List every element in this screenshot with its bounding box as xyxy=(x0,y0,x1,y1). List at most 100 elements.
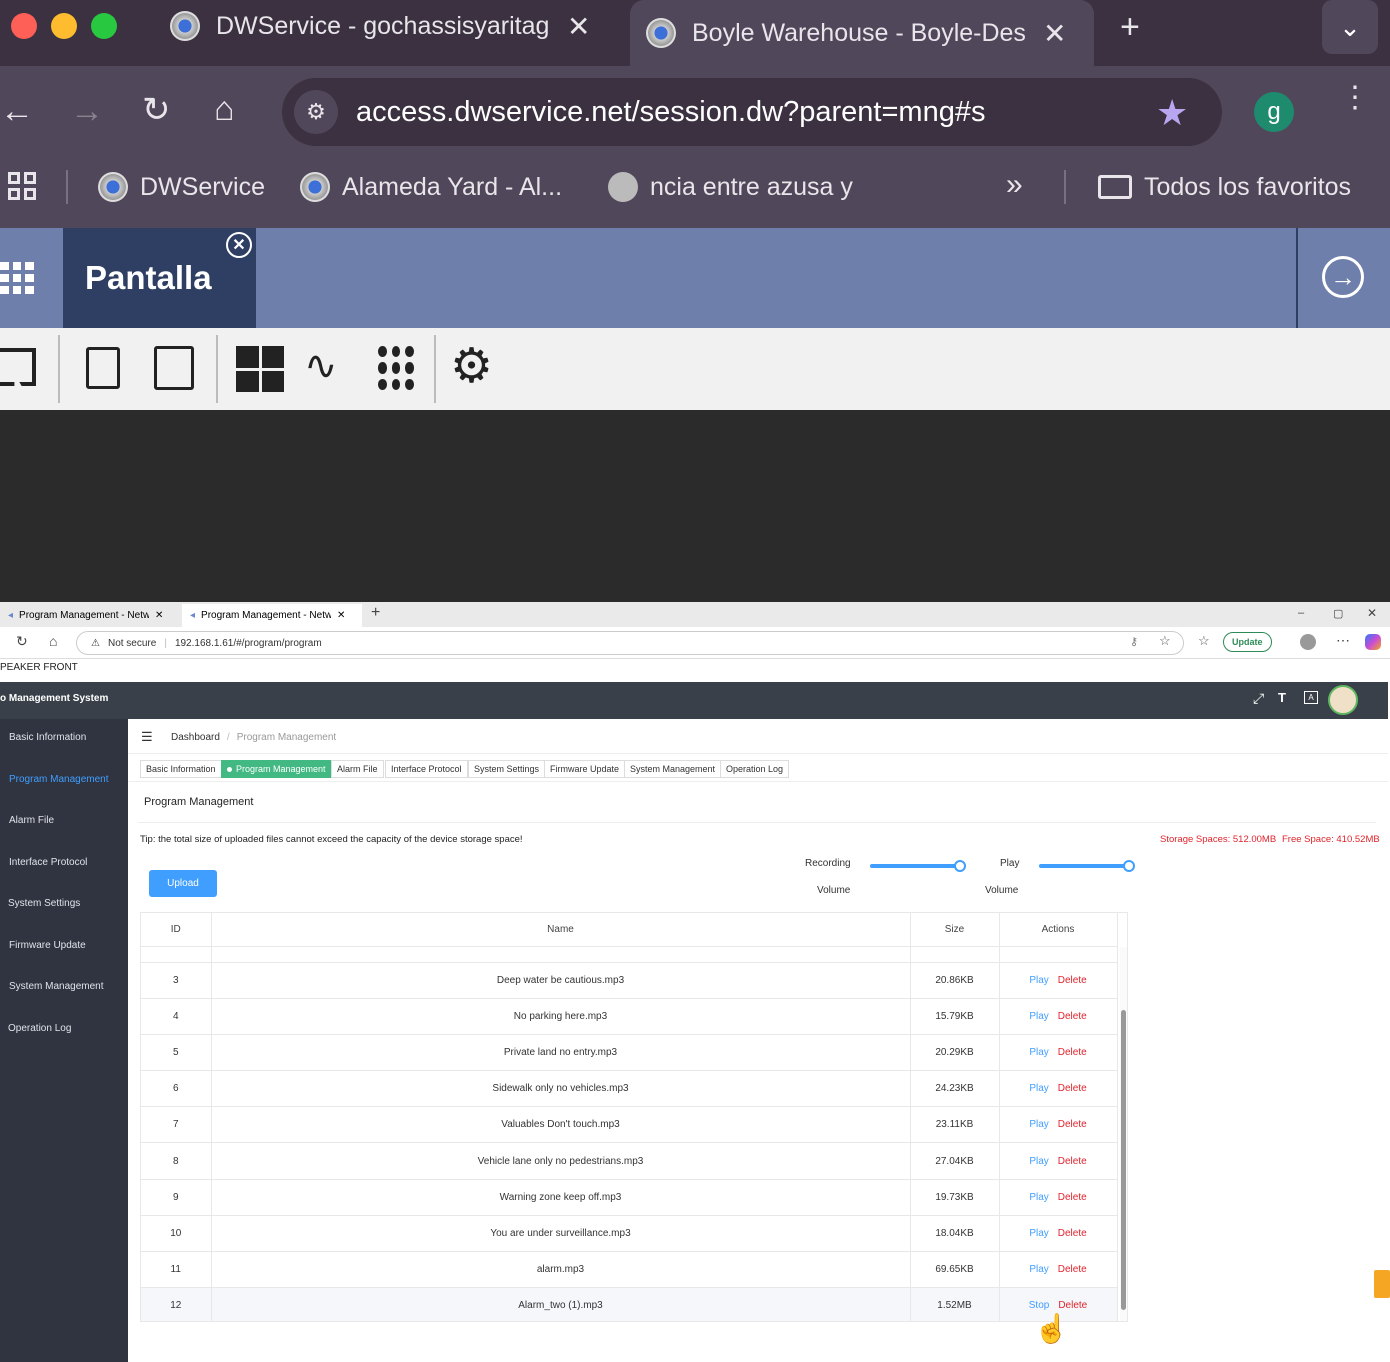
site-settings-icon[interactable]: ⚙ xyxy=(294,90,338,134)
bookmark-alameda[interactable]: Alameda Yard - Al... xyxy=(300,170,562,204)
close-tab-icon[interactable]: ✕ xyxy=(1043,17,1066,50)
apps-grid-icon[interactable] xyxy=(8,172,36,200)
dwservice-agent-icon[interactable] xyxy=(1374,1270,1390,1298)
tab-firmware-update[interactable]: Firmware Update xyxy=(544,760,626,778)
update-button[interactable]: Update xyxy=(1223,632,1272,652)
zoom-window-button[interactable] xyxy=(91,13,117,39)
play-button[interactable]: Play xyxy=(1029,1192,1048,1203)
play-button[interactable]: Play xyxy=(1029,975,1048,986)
sidebar-item-program-management[interactable]: Program Management xyxy=(0,774,128,785)
play-button[interactable]: Play xyxy=(1029,1228,1048,1239)
minimize-window-button[interactable] xyxy=(51,13,77,39)
delete-button[interactable]: Delete xyxy=(1058,1011,1087,1022)
delete-button[interactable]: Delete xyxy=(1058,975,1087,986)
delete-button[interactable]: Delete xyxy=(1058,1156,1087,1167)
bookmark-ncia[interactable]: ncia entre azusa y xyxy=(608,170,853,204)
play-button[interactable]: Play xyxy=(1029,1156,1048,1167)
scrollbar-thumb[interactable] xyxy=(1121,1010,1126,1310)
play-button[interactable]: Play xyxy=(1029,1011,1048,1022)
more-bookmarks-chevron-icon[interactable]: » xyxy=(1006,168,1023,202)
copilot-icon[interactable] xyxy=(1365,634,1381,650)
browser-tab-2[interactable]: Boyle Warehouse - Boyle-Des ✕ xyxy=(630,0,1094,66)
restore-icon[interactable]: ▢ xyxy=(1333,607,1343,620)
sidebar-item-interface-protocol[interactable]: Interface Protocol xyxy=(0,857,128,868)
tab-search-chevron-icon[interactable]: ⌄ xyxy=(1322,0,1378,54)
table-scrollbar[interactable] xyxy=(1120,947,1127,1321)
play-button[interactable]: Play xyxy=(1029,1047,1048,1058)
close-window-button[interactable] xyxy=(11,13,37,39)
play-button[interactable]: Play xyxy=(1029,1083,1048,1094)
language-icon[interactable]: A xyxy=(1304,691,1318,704)
logout-icon[interactable]: → xyxy=(1322,256,1364,298)
url-text[interactable]: access.dwservice.net/session.dw?parent=m… xyxy=(356,96,985,129)
back-arrow-icon[interactable]: ← xyxy=(0,92,34,131)
play-volume-slider[interactable] xyxy=(1039,848,1135,884)
delete-button[interactable]: Delete xyxy=(1058,1047,1087,1058)
new-tab-plus-icon[interactable]: + xyxy=(1120,8,1140,47)
delete-button[interactable]: Delete xyxy=(1058,1192,1087,1203)
bookmark-dwservice[interactable]: DWService xyxy=(98,170,265,204)
breadcrumb-dashboard[interactable]: Dashboard xyxy=(171,732,220,743)
activity-pulse-icon[interactable]: ∿ xyxy=(304,343,338,389)
reload-icon[interactable]: ↻ xyxy=(142,90,171,130)
copy-icon[interactable] xyxy=(86,347,120,389)
delete-button[interactable]: Delete xyxy=(1058,1228,1087,1239)
settings-gear-icon[interactable]: ⚙ xyxy=(450,338,493,394)
sidebar-item-basic-information[interactable]: Basic Information xyxy=(0,732,128,743)
sidebar-item-system-settings[interactable]: System Settings xyxy=(0,898,128,909)
edge-tab-1[interactable]: ◂ Program Management - Network ✕ xyxy=(0,604,182,627)
minimize-icon[interactable]: – xyxy=(1298,607,1304,619)
close-tab-icon[interactable]: ✕ xyxy=(567,10,590,43)
delete-button[interactable]: Delete xyxy=(1058,1083,1087,1094)
hamburger-menu-icon[interactable]: ☰ xyxy=(141,729,153,745)
upload-button[interactable]: Upload xyxy=(149,870,217,897)
tab-basic-information[interactable]: Basic Information xyxy=(140,760,222,778)
keypad-icon[interactable] xyxy=(378,346,414,390)
fullscreen-icon[interactable]: ⤢ xyxy=(1253,690,1264,707)
profile-icon[interactable] xyxy=(1300,634,1316,650)
edge-tab-2[interactable]: ◂ Program Management - Network ✕ xyxy=(182,604,362,627)
tab-system-settings[interactable]: System Settings xyxy=(468,760,546,778)
font-size-icon[interactable]: T xyxy=(1278,690,1286,705)
profile-avatar[interactable]: g xyxy=(1254,92,1294,132)
browser-tab-1[interactable]: DWService - gochassisyaritag ✕ xyxy=(170,0,610,52)
more-menu-icon[interactable]: ⋯ xyxy=(1336,632,1350,649)
tab-operation-log[interactable]: Operation Log xyxy=(720,760,790,778)
close-window-icon[interactable]: ✕ xyxy=(1367,606,1377,620)
avatar[interactable] xyxy=(1328,685,1358,715)
delete-button[interactable]: Delete xyxy=(1058,1300,1087,1311)
app-menu-grid-icon[interactable] xyxy=(0,262,34,294)
tab-system-management[interactable]: System Management xyxy=(624,760,722,778)
close-tab-icon[interactable]: ✕ xyxy=(155,610,163,621)
more-menu-icon[interactable]: ⋮ xyxy=(1340,83,1370,113)
edge-address-bar[interactable]: ⚠ Not secure | 192.168.1.61/#/program/pr… xyxy=(76,631,1184,655)
tab-alarm-file[interactable]: Alarm File xyxy=(331,760,384,778)
all-bookmarks-folder[interactable]: Todos los favoritos xyxy=(1098,170,1351,204)
delete-button[interactable]: Delete xyxy=(1058,1264,1087,1275)
play-button[interactable]: Play xyxy=(1029,1119,1048,1130)
forward-arrow-icon[interactable]: → xyxy=(70,92,104,131)
favorite-star-icon[interactable]: ☆ xyxy=(1159,633,1171,649)
close-circle-icon[interactable]: ✕ xyxy=(226,232,252,258)
windows-logo-icon[interactable] xyxy=(236,346,284,392)
sidebar-item-alarm-file[interactable]: Alarm File xyxy=(0,815,128,826)
favorites-icon[interactable]: ☆ xyxy=(1198,633,1210,649)
slider-knob[interactable] xyxy=(954,860,966,872)
home-icon[interactable]: ⌂ xyxy=(214,90,235,129)
bookmark-star-icon[interactable]: ★ xyxy=(1156,92,1188,134)
tab-interface-protocol[interactable]: Interface Protocol xyxy=(385,760,468,778)
clipboard-icon[interactable] xyxy=(154,346,194,390)
sidebar-item-firmware-update[interactable]: Firmware Update xyxy=(0,940,128,951)
sidebar-item-system-management[interactable]: System Management xyxy=(0,981,128,992)
reload-icon[interactable]: ↻ xyxy=(16,633,28,650)
new-tab-plus-icon[interactable]: + xyxy=(371,604,380,622)
slider-knob[interactable] xyxy=(1123,860,1135,872)
home-icon[interactable]: ⌂ xyxy=(49,633,57,649)
tab-program-management[interactable]: Program Management xyxy=(221,760,332,778)
sidebar-item-operation-log[interactable]: Operation Log xyxy=(0,1023,128,1034)
key-icon[interactable]: ⚷ xyxy=(1130,635,1138,648)
stop-button[interactable]: Stop xyxy=(1029,1300,1050,1311)
play-button[interactable]: Play xyxy=(1029,1264,1048,1275)
close-tab-icon[interactable]: ✕ xyxy=(337,610,345,621)
recording-volume-slider[interactable] xyxy=(870,848,966,884)
